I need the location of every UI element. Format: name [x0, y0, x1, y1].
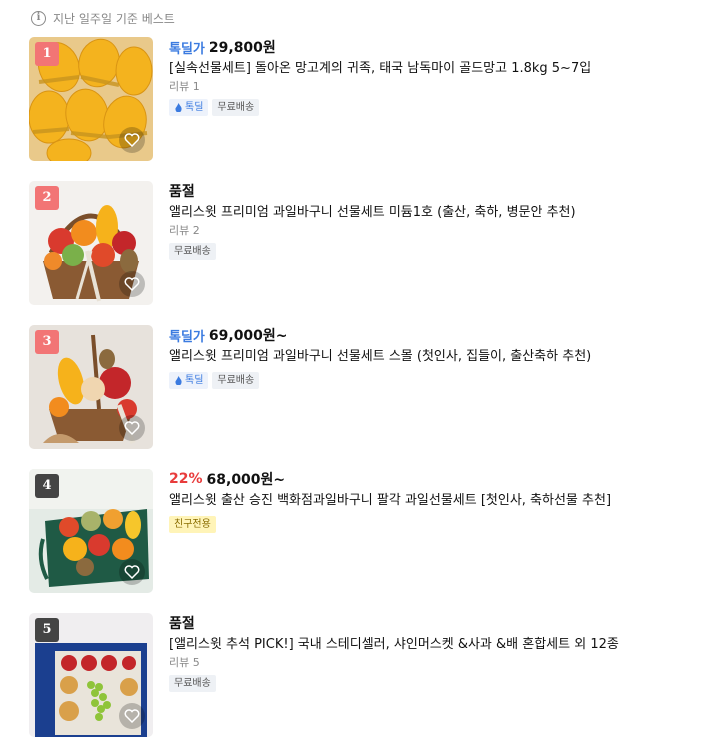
- badge-list: 친구전용: [169, 516, 689, 533]
- product-thumbnail[interactable]: 3: [29, 325, 153, 449]
- free-shipping-badge: 무료배송: [212, 99, 260, 116]
- discount-rate: 22%: [169, 471, 203, 487]
- rank-badge: 2: [35, 186, 59, 210]
- product-title[interactable]: [앨리스윗 추석 PICK!] 국내 스테디셀러, 샤인머스켓 &사과 &배 혼…: [169, 636, 689, 654]
- product-title[interactable]: [실속선물세트] 돌아온 망고계의 귀족, 태국 남독마이 골드망고 1.8kg…: [169, 60, 689, 78]
- price-line: 22% 68,000원~: [169, 469, 689, 489]
- product-item-1[interactable]: 1 톡딜가 29,800원 [실속선물세트] 돌아온 망고계의 귀족, 태국 남…: [29, 37, 689, 163]
- product-title[interactable]: 앨리스윗 출산 승진 백화점과일바구니 팔각 과일선물세트 [첫인사, 축하선물…: [169, 492, 689, 510]
- product-info: 품절 [앨리스윗 추석 PICK!] 국내 스테디셀러, 샤인머스켓 &사과 &…: [169, 613, 689, 692]
- heart-icon[interactable]: [119, 127, 145, 153]
- product-thumbnail[interactable]: 4: [29, 469, 153, 593]
- price: 68,000원~: [206, 472, 286, 488]
- free-shipping-badge: 무료배송: [212, 372, 260, 389]
- product-info: 톡딜가 29,800원 [실속선물세트] 돌아온 망고계의 귀족, 태국 남독마…: [169, 37, 689, 116]
- product-info: 품절 앨리스윗 프리미엄 과일바구니 선물세트 미듐1호 (출산, 축하, 병문…: [169, 181, 689, 260]
- product-thumbnail[interactable]: 1: [29, 37, 153, 161]
- free-shipping-badge: 무료배송: [169, 243, 216, 260]
- price-line: 톡딜가 69,000원~: [169, 325, 689, 345]
- deal-price-label: 톡딜가: [169, 329, 205, 345]
- price: 품절: [169, 184, 195, 200]
- price: 69,000원~: [208, 328, 288, 344]
- review-count[interactable]: 리뷰 5: [169, 655, 689, 671]
- friends-only-badge: 친구전용: [169, 516, 216, 533]
- product-title[interactable]: 앨리스윗 프리미엄 과일바구니 선물세트 미듐1호 (출산, 축하, 병문안 추…: [169, 204, 689, 222]
- product-title[interactable]: 앨리스윗 프리미엄 과일바구니 선물세트 스몰 (첫인사, 집들이, 출산축하 …: [169, 348, 689, 366]
- rank-badge: 4: [35, 474, 59, 498]
- talkdeal-badge: 톡딜: [169, 99, 209, 116]
- info-circle-icon[interactable]: i: [31, 10, 46, 26]
- talkdeal-badge: 톡딜: [169, 372, 209, 389]
- badge-label: 톡딜: [185, 375, 204, 386]
- heart-icon[interactable]: [119, 271, 145, 297]
- badge-list: 톡딜 무료배송: [169, 372, 689, 389]
- product-thumbnail[interactable]: 2: [29, 181, 153, 305]
- review-count[interactable]: 리뷰 2: [169, 223, 689, 239]
- rank-badge: 5: [35, 618, 59, 642]
- heart-icon[interactable]: [119, 559, 145, 585]
- rank-badge: 1: [35, 42, 59, 66]
- product-thumbnail[interactable]: 5: [29, 613, 153, 737]
- price-line: 품절: [169, 613, 689, 633]
- free-shipping-badge: 무료배송: [169, 675, 216, 692]
- product-item-3[interactable]: 3 톡딜가 69,000원~ 앨리스윗 프리미엄 과일바구니 선물세트 스몰 (…: [29, 325, 689, 451]
- heart-icon[interactable]: [119, 703, 145, 729]
- price-line: 품절: [169, 181, 689, 201]
- header-text: 지난 일주일 기준 베스트: [53, 11, 175, 26]
- product-item-5[interactable]: 5 품절 [앨리스윗 추석 PICK!] 국내 스테디셀러, 샤인머스켓 &사과…: [29, 613, 689, 739]
- review-count[interactable]: 리뷰 1: [169, 79, 689, 95]
- badge-list: 톡딜 무료배송: [169, 99, 689, 116]
- talkdeal-icon: [175, 103, 182, 112]
- heart-icon[interactable]: [119, 415, 145, 441]
- product-item-2[interactable]: 2 품절 앨리스윗 프리미엄 과일바구니 선물세트 미듐1호 (출산, 축하, …: [29, 181, 689, 307]
- badge-list: 무료배송: [169, 675, 689, 692]
- product-info: 톡딜가 69,000원~ 앨리스윗 프리미엄 과일바구니 선물세트 스몰 (첫인…: [169, 325, 689, 389]
- rank-badge: 3: [35, 330, 59, 354]
- product-item-4[interactable]: 4 22% 68,000원~ 앨리스윗 출산 승진 백화점과일바구니 팔각 과일…: [29, 469, 689, 595]
- price: 품절: [169, 616, 195, 632]
- badge-list: 무료배송: [169, 243, 689, 260]
- price: 29,800원: [208, 40, 276, 56]
- deal-price-label: 톡딜가: [169, 41, 205, 57]
- section-header: i 지난 일주일 기준 베스트: [31, 9, 175, 27]
- product-info: 22% 68,000원~ 앨리스윗 출산 승진 백화점과일바구니 팔각 과일선물…: [169, 469, 689, 533]
- price-line: 톡딜가 29,800원: [169, 37, 689, 57]
- badge-label: 톡딜: [185, 102, 204, 113]
- talkdeal-icon: [175, 376, 182, 385]
